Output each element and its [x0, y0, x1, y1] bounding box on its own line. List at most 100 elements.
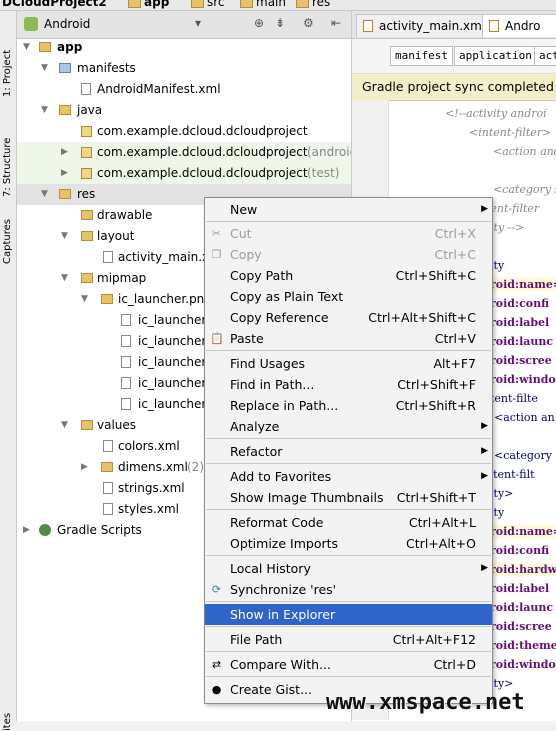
- folder-icon: [81, 420, 93, 430]
- sync-notification[interactable]: Gradle project sync completed wi: [352, 74, 556, 101]
- image-file-icon: [121, 398, 131, 410]
- xml-tag-manifest[interactable]: manifest: [390, 46, 453, 66]
- expand-arrow-icon[interactable]: ▶: [81, 457, 88, 478]
- breadcrumb-item-app[interactable]: app: [128, 0, 169, 9]
- expand-arrow-icon[interactable]: ▶: [61, 142, 68, 163]
- collapse-all-icon[interactable]: ⇟: [275, 16, 285, 30]
- tree-node-package[interactable]: com.example.dcloud.dcloudproject: [17, 121, 351, 142]
- menu-item-add-to-favorites[interactable]: Add to Favorites ▶: [205, 466, 492, 487]
- code-line: roid:scree: [490, 354, 552, 367]
- menu-item-show-image-thumbnails[interactable]: Show Image Thumbnails Ctrl+Shift+T: [205, 487, 492, 508]
- menu-item-new[interactable]: New ▶: [205, 199, 492, 220]
- folder-icon: [81, 231, 93, 241]
- breadcrumb-item-res[interactable]: res: [296, 0, 330, 9]
- breadcrumb-item-main[interactable]: main: [240, 0, 286, 9]
- expand-arrow-icon[interactable]: ▶: [23, 520, 30, 541]
- xml-tag-activity[interactable]: acti: [534, 46, 556, 66]
- folder-icon: [296, 0, 309, 8]
- xml-file-icon: [489, 20, 499, 32]
- menu-item-local-history[interactable]: Local History ▶: [205, 558, 492, 579]
- expand-arrow-icon[interactable]: ▼: [61, 226, 68, 247]
- menu-item-synchronize[interactable]: ⟳ Synchronize 'res': [205, 579, 492, 600]
- gear-icon[interactable]: ⚙: [303, 16, 314, 30]
- image-file-icon: [121, 314, 131, 326]
- tree-node-package-test[interactable]: ▶ com.example.dcloud.dcloudproject (test…: [17, 163, 351, 184]
- expand-arrow-icon[interactable]: ▼: [41, 58, 48, 79]
- paste-icon: 📋: [210, 332, 224, 345]
- view-selector[interactable]: Android: [44, 17, 90, 31]
- xml-file-icon: [363, 20, 373, 32]
- xml-tag-application[interactable]: application: [454, 46, 537, 66]
- gradle-icon: [39, 524, 51, 536]
- expand-arrow-icon[interactable]: ▼: [61, 415, 68, 436]
- expand-arrow-icon[interactable]: ▼: [81, 289, 88, 310]
- submenu-arrow-icon: ▶: [481, 421, 488, 431]
- tree-node-manifests[interactable]: ▼ manifests: [17, 58, 351, 79]
- folder-icon: [240, 0, 253, 8]
- code-line: roid:hardw: [490, 563, 556, 576]
- menu-item-optimize-imports[interactable]: Optimize Imports Ctrl+Alt+O: [205, 533, 492, 554]
- expand-arrow-icon[interactable]: ▶: [61, 163, 68, 184]
- code-line: <action an: [494, 411, 555, 424]
- code-line: ity>: [490, 677, 514, 690]
- menu-item-replace-in-path[interactable]: Replace in Path... Ctrl+Shift+R: [205, 395, 492, 416]
- sync-icon: ⟳: [211, 583, 222, 596]
- expand-arrow-icon[interactable]: ▼: [23, 37, 30, 58]
- menu-item-find-usages[interactable]: Find Usages Alt+F7: [205, 353, 492, 374]
- code-line: roid:windo: [490, 658, 556, 671]
- tree-node-app[interactable]: ▼ app: [17, 37, 351, 58]
- folder-icon: [128, 0, 141, 8]
- menu-item-analyze[interactable]: Analyze ▶: [205, 416, 492, 437]
- code-line: ity>: [490, 487, 514, 500]
- code-line: roid:theme: [490, 639, 556, 652]
- compare-icon: ⇄: [211, 658, 222, 671]
- menu-item-paste[interactable]: 📋 Paste Ctrl+V: [205, 328, 492, 349]
- menu-item-copy-path[interactable]: Copy Path Ctrl+Shift+C: [205, 265, 492, 286]
- menu-item-show-in-explorer[interactable]: Show in Explorer: [205, 604, 492, 625]
- menu-item-find-in-path[interactable]: Find in Path... Ctrl+Shift+F: [205, 374, 492, 395]
- menu-item-refactor[interactable]: Refactor ▶: [205, 441, 492, 462]
- menu-item-reformat-code[interactable]: Reformat Code Ctrl+Alt+L: [205, 512, 492, 533]
- expand-arrow-icon[interactable]: ▼: [61, 268, 68, 289]
- code-line: <intent-filter>: [469, 126, 552, 139]
- menu-item-cut[interactable]: ✂ Cut Ctrl+X: [205, 223, 492, 244]
- tree-node-package-androidtest[interactable]: ▶ com.example.dcloud.dcloudproject (andr…: [17, 142, 351, 163]
- breadcrumb-item-project[interactable]: DCloudProject2: [2, 0, 107, 9]
- view-dropdown-icon[interactable]: ▾: [195, 16, 201, 30]
- code-line: roid:launc: [490, 335, 554, 348]
- xml-file-icon: [103, 482, 113, 494]
- code-line: tent-filter: [486, 202, 540, 215]
- code-line: roid:confi: [490, 297, 550, 310]
- code-line: <category s: [493, 183, 556, 196]
- code-line: roid:label: [490, 582, 550, 595]
- code-line: roid:name=: [490, 278, 556, 291]
- xml-breadcrumb: manifest application acti: [352, 39, 556, 74]
- expand-arrow-icon[interactable]: ▼: [41, 184, 48, 205]
- submenu-arrow-icon: ▶: [481, 446, 488, 456]
- scroll-from-source-icon[interactable]: ⊕: [254, 16, 264, 30]
- breadcrumb-item-src[interactable]: src: [191, 0, 225, 9]
- expand-arrow-icon[interactable]: ▼: [41, 100, 48, 121]
- breadcrumb: DCloudProject2 app src main res: [0, 0, 556, 11]
- menu-item-compare-with[interactable]: ⇄ Compare With... Ctrl+D: [205, 654, 492, 675]
- submenu-arrow-icon: ▶: [481, 204, 488, 214]
- tree-node-java[interactable]: ▼ java: [17, 100, 351, 121]
- tab-androidmanifest[interactable]: Andro: [482, 14, 556, 37]
- code-line: <!--activity androi: [445, 107, 547, 120]
- folder-icon: [81, 210, 93, 220]
- tree-node-androidmanifest[interactable]: AndroidManifest.xml: [17, 79, 351, 100]
- tab-activity-main[interactable]: activity_main.xml: [356, 14, 502, 37]
- folder-icon: [191, 0, 204, 8]
- image-file-icon: [121, 356, 131, 368]
- submenu-arrow-icon: ▶: [481, 471, 488, 481]
- context-menu: New ▶ ✂ Cut Ctrl+X ❐ Copy Ctrl+C Copy Path Ctr…: [204, 197, 493, 704]
- folder-icon: [81, 273, 93, 283]
- package-icon: [81, 168, 92, 179]
- hide-panel-icon[interactable]: ⇤: [331, 16, 341, 30]
- menu-item-copy-plain-text[interactable]: Copy as Plain Text: [205, 286, 492, 307]
- module-folder-icon: [39, 42, 51, 52]
- menu-item-copy-reference[interactable]: Copy Reference Ctrl+Alt+Shift+C: [205, 307, 492, 328]
- image-file-icon: [121, 335, 131, 347]
- menu-item-copy[interactable]: ❐ Copy Ctrl+C: [205, 244, 492, 265]
- menu-item-file-path[interactable]: File Path Ctrl+Alt+F12: [205, 629, 492, 650]
